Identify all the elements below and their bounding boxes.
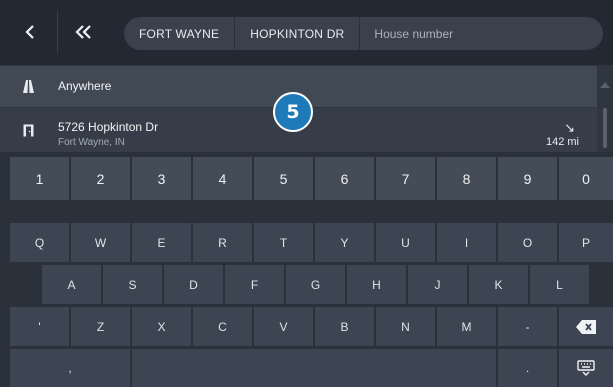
key-r[interactable]: R	[193, 223, 252, 262]
key-s[interactable]: S	[103, 265, 162, 304]
street-chip[interactable]: HOPKINTON DR	[235, 17, 361, 50]
key-t[interactable]: T	[254, 223, 313, 262]
arrow-southeast-icon: ↘	[564, 120, 575, 135]
key-dash[interactable]: -	[498, 307, 557, 346]
result-distance: 142 mi	[545, 136, 579, 148]
backspace-key[interactable]	[559, 307, 613, 346]
key-9[interactable]: 9	[498, 157, 557, 200]
backspace-icon	[576, 319, 596, 334]
key-i[interactable]: I	[437, 223, 496, 262]
step-badge: 5	[273, 92, 313, 132]
space-key[interactable]	[132, 349, 496, 387]
key-g[interactable]: G	[286, 265, 345, 304]
nav-divider	[57, 11, 58, 53]
key-2[interactable]: 2	[71, 157, 130, 200]
key-u[interactable]: U	[376, 223, 435, 262]
key-a[interactable]: A	[42, 265, 101, 304]
key-v[interactable]: V	[254, 307, 313, 346]
key-q[interactable]: Q	[10, 223, 69, 262]
key-h[interactable]: H	[347, 265, 406, 304]
key-x[interactable]: X	[132, 307, 191, 346]
key-y[interactable]: Y	[315, 223, 374, 262]
key-d[interactable]: D	[164, 265, 223, 304]
key-f[interactable]: F	[225, 265, 284, 304]
key-o[interactable]: O	[498, 223, 557, 262]
key-5[interactable]: 5	[254, 157, 313, 200]
house-number-input[interactable]: House number	[360, 27, 603, 41]
key-z[interactable]: Z	[71, 307, 130, 346]
address-search-bar: FORT WAYNE HOPKINTON DR House number	[124, 17, 603, 50]
double-chevron-left-icon	[75, 25, 91, 39]
hide-keyboard-key[interactable]	[559, 349, 613, 387]
key-p[interactable]: P	[559, 223, 613, 262]
key-j[interactable]: J	[408, 265, 467, 304]
keyboard-hide-icon	[577, 360, 595, 376]
key-comma[interactable]: ,	[10, 349, 130, 387]
scroll-up-icon	[600, 82, 610, 88]
door-icon	[23, 124, 34, 137]
key-l[interactable]: L	[530, 265, 589, 304]
key-7[interactable]: 7	[376, 157, 435, 200]
key-3[interactable]: 3	[132, 157, 191, 200]
key-6[interactable]: 6	[315, 157, 374, 200]
key-n[interactable]: N	[376, 307, 435, 346]
back-to-start-button[interactable]	[62, 11, 106, 53]
chevron-left-icon	[25, 25, 34, 39]
key-1[interactable]: 1	[10, 157, 69, 200]
key-b[interactable]: B	[315, 307, 374, 346]
scrollbar-thumb[interactable]	[603, 108, 607, 148]
result-address-subtitle: Fort Wayne, IN	[58, 137, 125, 148]
key-period[interactable]: .	[498, 349, 557, 387]
on-screen-keyboard: 1 2 3 4 5 6 7 8 9 0 Q W E R T Y U I O P …	[0, 152, 613, 387]
key-k[interactable]: K	[469, 265, 528, 304]
back-button[interactable]	[8, 11, 52, 53]
key-apostrophe[interactable]: '	[10, 307, 69, 346]
key-c[interactable]: C	[193, 307, 252, 346]
top-bar: FORT WAYNE HOPKINTON DR House number	[0, 0, 613, 65]
result-anywhere-label: Anywhere	[58, 79, 112, 93]
road-icon	[23, 80, 34, 93]
key-e[interactable]: E	[132, 223, 191, 262]
key-4[interactable]: 4	[193, 157, 252, 200]
key-m[interactable]: M	[437, 307, 496, 346]
result-address-title: 5726 Hopkinton Dr	[58, 120, 159, 134]
key-8[interactable]: 8	[437, 157, 496, 200]
key-w[interactable]: W	[71, 223, 130, 262]
key-0[interactable]: 0	[559, 157, 613, 200]
city-chip[interactable]: FORT WAYNE	[124, 17, 236, 50]
